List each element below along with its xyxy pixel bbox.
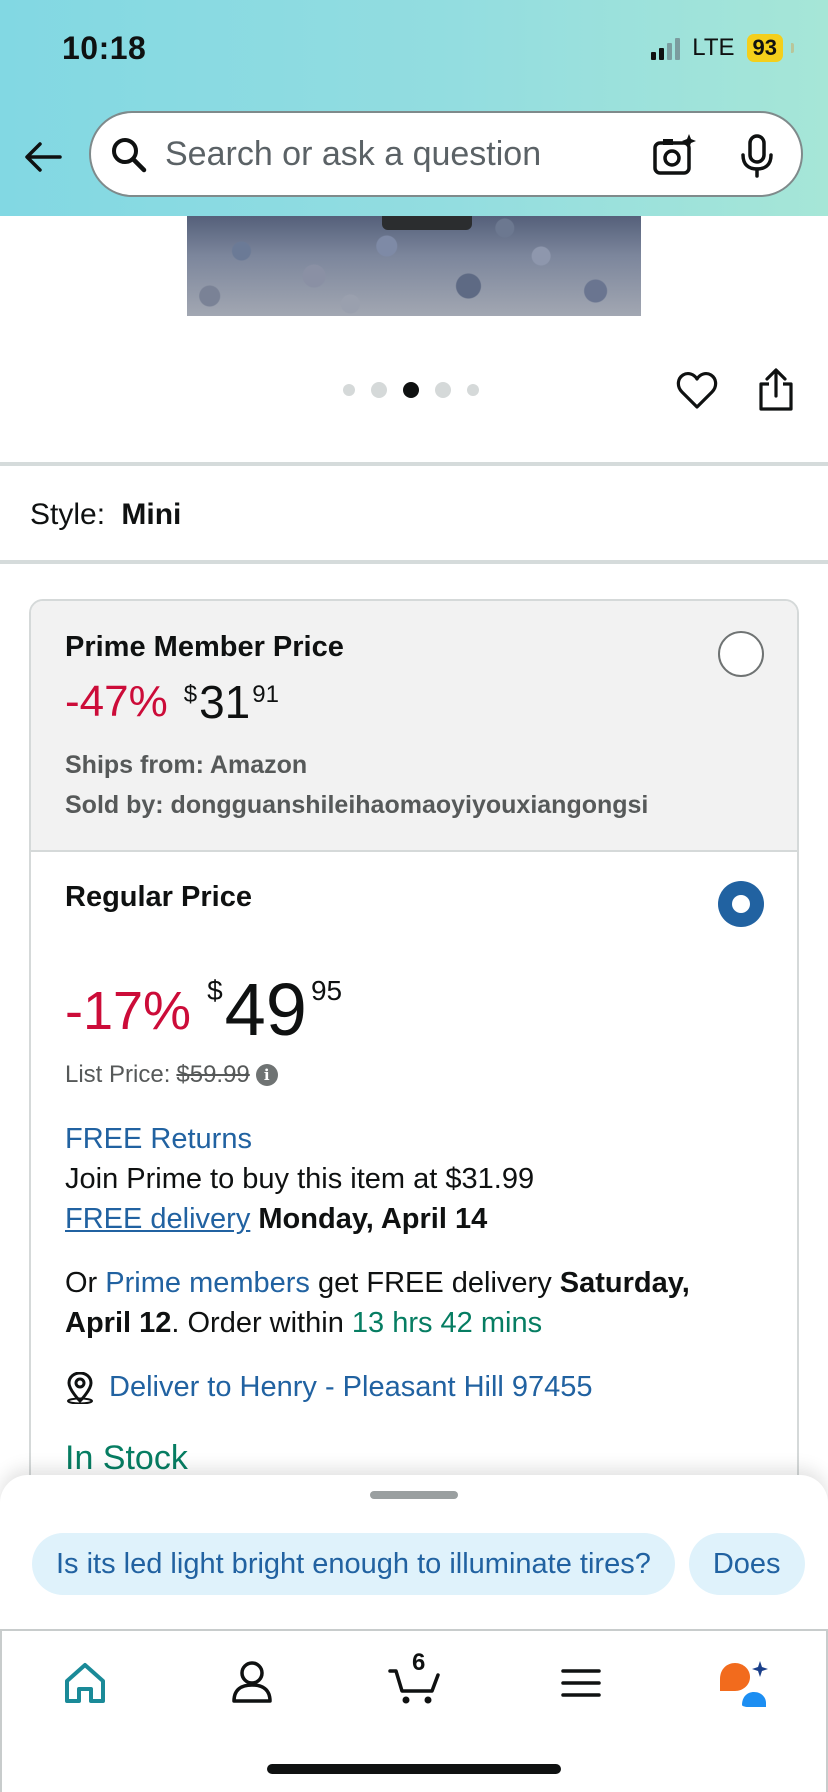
camera-search-icon[interactable]: [651, 133, 697, 179]
regular-currency: $: [207, 975, 223, 1006]
regular-discount: -17%: [65, 981, 192, 1041]
suggestion-sheet[interactable]: Is its led light bright enough to illumi…: [0, 1475, 828, 1629]
network-type: LTE: [692, 34, 735, 61]
sold-by: Sold by: dongguanshileihaomaoyiyouxiango…: [65, 791, 649, 819]
rufus-assistant-icon[interactable]: [714, 1655, 774, 1711]
style-selector[interactable]: Style: Mini: [30, 498, 181, 532]
back-arrow-icon[interactable]: [22, 136, 64, 178]
search-bar[interactable]: Search or ask a question: [89, 111, 803, 197]
prime-currency: $: [183, 681, 198, 708]
share-icon[interactable]: [756, 368, 796, 412]
delivery-date: Monday, April 14: [258, 1203, 488, 1235]
location-pin-icon: [67, 1371, 93, 1404]
section-divider: [0, 560, 828, 564]
prime-delivery-date-2: April 12: [65, 1307, 172, 1339]
battery-indicator: 93: [746, 34, 783, 62]
top-header: 10:18 LTE 93 Search or ask a question: [0, 0, 828, 216]
regular-price-whole: 49: [224, 968, 307, 1051]
menu-icon[interactable]: [551, 1655, 611, 1711]
carousel-dot[interactable]: [343, 384, 355, 396]
image-carousel-dots: [343, 382, 479, 398]
cart-count-badge: 6: [412, 1649, 426, 1676]
product-image[interactable]: [187, 216, 641, 316]
list-price-label: List Price:: [65, 1061, 171, 1088]
suggestion-chip[interactable]: Does: [688, 1533, 805, 1595]
prime-delivery-date-1: Saturday,: [559, 1267, 690, 1299]
regular-price-fraction: 95: [310, 975, 343, 1006]
suggestion-chip[interactable]: Is its led light bright enough to illumi…: [32, 1533, 675, 1595]
prime-delivery-line-2: April 12. Order within 13 hrs 42 mins: [65, 1307, 542, 1340]
prime-members-link[interactable]: Prime members: [105, 1267, 310, 1299]
carousel-dot[interactable]: [371, 382, 387, 398]
join-prime-text: Join Prime to buy this item at $31.99: [65, 1163, 535, 1195]
stock-status: In Stock: [65, 1439, 188, 1477]
search-input[interactable]: Search or ask a question: [165, 135, 541, 174]
account-icon[interactable]: [222, 1655, 282, 1711]
sheet-drag-handle[interactable]: [370, 1491, 458, 1499]
delivery-line: FREE delivery Monday, April 14: [65, 1203, 487, 1236]
prime-price-whole: 31: [199, 676, 251, 728]
style-value: Mini: [121, 498, 182, 531]
prime-discount: -47%: [65, 677, 168, 726]
suggestion-chips: Is its led light bright enough to illumi…: [32, 1533, 805, 1595]
home-indicator[interactable]: [267, 1764, 561, 1774]
free-delivery-link[interactable]: FREE delivery: [65, 1203, 250, 1235]
info-icon[interactable]: i: [255, 1064, 278, 1086]
regular-price-line: -17% $ 49 95: [65, 969, 342, 1051]
microphone-icon[interactable]: [737, 133, 777, 179]
countdown: 13 hrs 42 mins: [351, 1307, 543, 1339]
product-device-shape: [382, 216, 472, 230]
or-text: Or: [65, 1267, 106, 1299]
status-time: 10:18: [62, 30, 147, 66]
regular-price-title: Regular Price: [65, 881, 252, 913]
cellular-signal-icon: [651, 36, 681, 60]
free-returns-link[interactable]: FREE Returns: [65, 1123, 252, 1156]
carousel-dot-active[interactable]: [403, 382, 419, 398]
list-price: List Price: $59.99 i: [65, 1061, 278, 1089]
carousel-dot[interactable]: [467, 384, 479, 396]
deliver-to-row[interactable]: Deliver to Henry - Pleasant Hill 97455: [65, 1371, 593, 1404]
prime-price-line: -47% $ 31 91: [65, 677, 279, 727]
battery-tip-icon: [791, 43, 794, 53]
prime-delivery-text: get FREE delivery: [309, 1267, 560, 1299]
order-within-text: . Order within: [171, 1307, 352, 1339]
carousel-dot[interactable]: [435, 382, 451, 398]
ships-from: Ships from: Amazon: [65, 751, 308, 779]
prime-delivery-line-1: Or Prime members get FREE delivery Satur…: [65, 1267, 690, 1300]
list-price-value: $59.99: [176, 1061, 250, 1088]
prime-price-radio[interactable]: [718, 631, 764, 677]
section-divider: [0, 462, 828, 466]
status-indicators: LTE 93: [651, 34, 794, 62]
cart-button[interactable]: 6: [386, 1649, 446, 1711]
regular-price-radio[interactable]: [718, 881, 764, 927]
style-label: Style:: [30, 498, 106, 531]
prime-price-fraction: 91: [252, 681, 279, 708]
home-icon[interactable]: [55, 1655, 115, 1711]
product-page: 10:18 LTE 93 Search or ask a question St…: [0, 0, 828, 1792]
deliver-to-link[interactable]: Deliver to Henry - Pleasant Hill 97455: [109, 1371, 593, 1404]
prime-price-title: Prime Member Price: [65, 631, 344, 663]
search-icon: [112, 138, 147, 173]
prime-price-option[interactable]: Prime Member Price -47% $ 31 91 Ships fr…: [31, 601, 797, 852]
heart-icon[interactable]: [676, 370, 718, 412]
